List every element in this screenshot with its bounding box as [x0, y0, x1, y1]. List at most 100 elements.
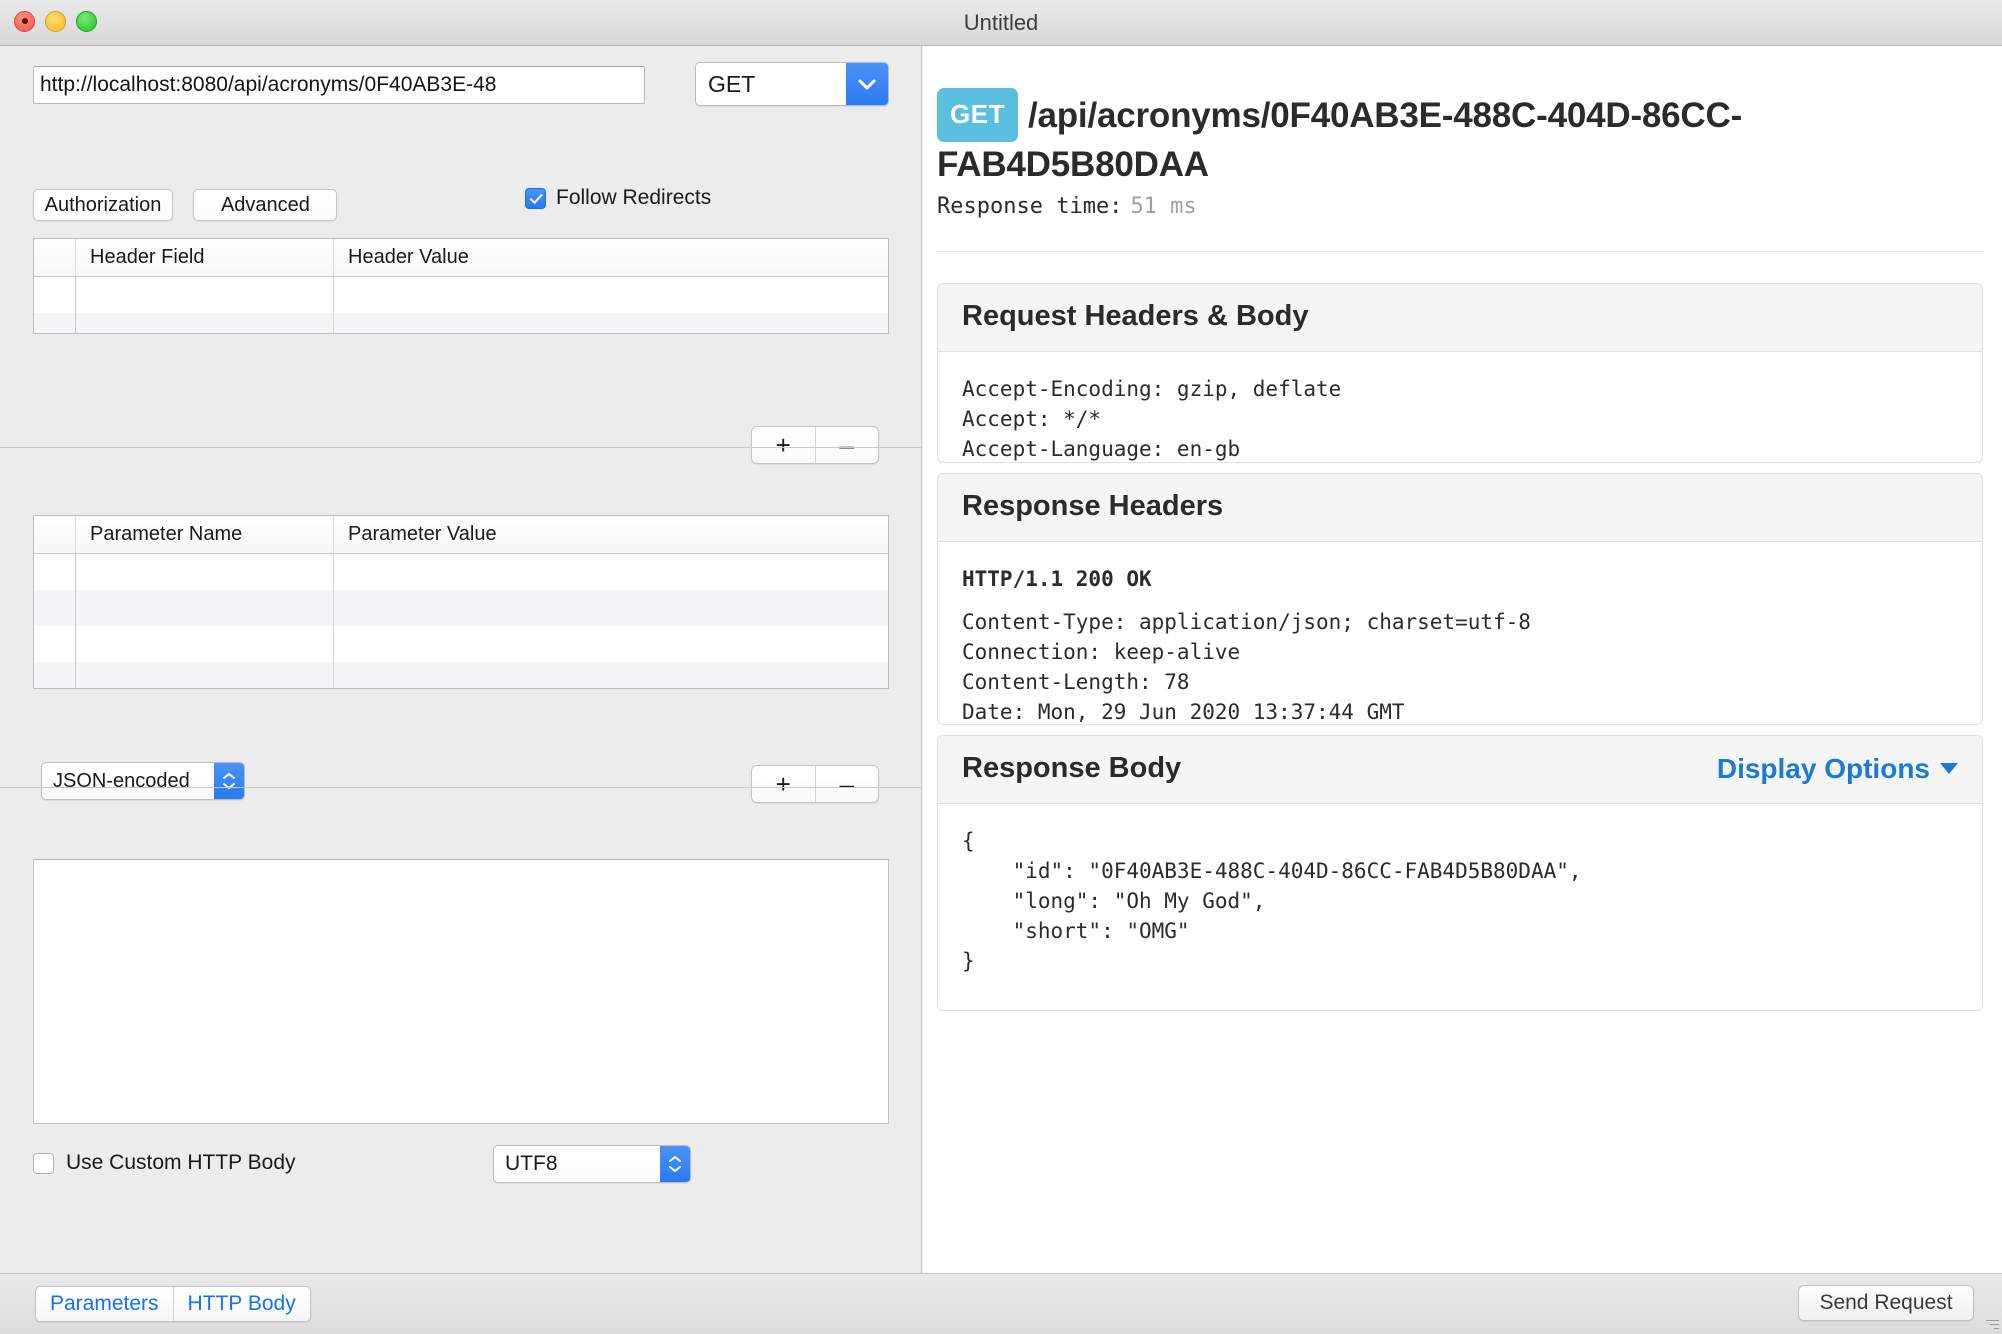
parameter-name-cell[interactable] — [76, 662, 334, 688]
use-custom-http-body-label: Use Custom HTTP Body — [66, 1151, 296, 1174]
bottom-toolbar: Parameters HTTP Body Send Request — [0, 1273, 2002, 1334]
request-header-line: Accept-Encoding: gzip, deflate — [962, 377, 1342, 401]
headers-col-value: Header Value — [348, 246, 469, 268]
parameters-table[interactable]: Parameter Name Parameter Value — [33, 515, 889, 689]
response-time: Response time: 51 ms — [937, 194, 1197, 219]
table-row[interactable] — [34, 277, 888, 313]
parameter-value-cell[interactable] — [334, 626, 888, 662]
section-divider — [0, 787, 921, 788]
caret-down-icon[interactable] — [1940, 763, 1958, 774]
table-row[interactable] — [34, 313, 888, 333]
follow-redirects-checkbox[interactable] — [525, 187, 546, 209]
advanced-button[interactable]: Advanced — [193, 189, 338, 221]
add-header-button[interactable]: + — [752, 427, 816, 463]
follow-redirects-row[interactable]: Follow Redirects — [525, 186, 711, 210]
request-header-line: Accept-Language: en-gb — [962, 437, 1241, 461]
parameter-value-cell[interactable] — [334, 590, 888, 626]
window-titlebar: Untitled — [0, 0, 2002, 46]
remove-header-button[interactable]: – — [816, 427, 879, 463]
parameter-name-cell[interactable] — [76, 590, 334, 626]
card-title: Response Headers — [962, 490, 1224, 522]
parameter-name-cell[interactable] — [76, 554, 334, 590]
request-headers-content: Accept-Encoding: gzip, deflate Accept: *… — [938, 352, 1982, 462]
remove-parameter-button[interactable]: – — [816, 766, 879, 802]
response-pane: GET/api/acronyms/0F40AB3E-488C-404D-86CC… — [923, 46, 2002, 1273]
left-pane-tabs[interactable]: Parameters HTTP Body — [35, 1286, 311, 1322]
request-builder-pane: http://localhost:8080/api/acronyms/0F40A… — [0, 46, 922, 1273]
card-title: Request Headers & Body — [962, 300, 1309, 332]
http-method-value: GET — [708, 71, 756, 97]
use-custom-http-body-checkbox[interactable] — [33, 1152, 54, 1174]
charset-value: UTF8 — [505, 1152, 558, 1175]
http-status-line: HTTP/1.1 200 OK — [962, 567, 1152, 591]
card-header: Response Headers — [938, 474, 1982, 542]
row-handle[interactable] — [34, 590, 76, 626]
header-divider — [937, 251, 1983, 252]
app-window: Untitled http://localhost:8080/api/acron… — [0, 0, 2002, 1334]
header-value-cell[interactable] — [334, 313, 888, 333]
window-title: Untitled — [963, 10, 1039, 35]
parameter-value-cell[interactable] — [334, 662, 888, 688]
card-header: Response Body Display Options — [938, 736, 1982, 804]
charset-select[interactable]: UTF8 — [493, 1145, 691, 1183]
display-options-button[interactable]: Display Options — [1717, 753, 1958, 785]
headers-col-field: Header Field — [76, 239, 334, 276]
headers-add-remove-group[interactable]: + – — [751, 426, 879, 464]
headers-col-index — [34, 239, 76, 276]
parameters-add-remove-group[interactable]: + – — [751, 765, 879, 803]
endpoint-heading: GET/api/acronyms/0F40AB3E-488C-404D-86CC… — [937, 88, 1977, 188]
stepper-updown-icon[interactable] — [214, 763, 244, 799]
table-row[interactable] — [34, 662, 888, 688]
table-row[interactable] — [34, 626, 888, 662]
response-header-line: Content-Length: 78 — [962, 670, 1190, 694]
window-resize-grip[interactable] — [1985, 1317, 1999, 1331]
header-field-cell[interactable] — [76, 277, 334, 313]
section-divider — [0, 447, 921, 448]
response-time-value: 51 ms — [1130, 194, 1197, 219]
follow-redirects-label: Follow Redirects — [556, 186, 712, 209]
tab-parameters[interactable]: Parameters — [36, 1287, 174, 1321]
params-col-index — [34, 516, 76, 553]
response-body-content: { "id": "0F40AB3E-488C-404D-86CC-FAB4D5B… — [962, 829, 1582, 973]
card-header: Request Headers & Body — [938, 284, 1982, 352]
encoding-select[interactable]: JSON-encoded — [41, 762, 245, 800]
table-row[interactable] — [34, 554, 888, 590]
url-input[interactable]: http://localhost:8080/api/acronyms/0F40A… — [33, 66, 645, 104]
response-headers-card: Response Headers HTTP/1.1 200 OK Content… — [937, 473, 1983, 725]
headers-table[interactable]: Header Field Header Value — [33, 238, 889, 334]
header-field-cell[interactable] — [76, 313, 334, 333]
authorization-button[interactable]: Authorization — [33, 189, 173, 221]
http-method-select[interactable]: GET — [695, 62, 889, 106]
parameters-table-header-row: Parameter Name Parameter Value — [34, 516, 888, 554]
method-badge: GET — [937, 88, 1018, 142]
header-value-cell[interactable] — [334, 277, 888, 313]
row-handle[interactable] — [34, 626, 76, 662]
row-handle[interactable] — [34, 277, 76, 313]
request-headers-body-card: Request Headers & Body Accept-Encoding: … — [937, 283, 1983, 463]
request-action-buttons: Authorization Advanced — [33, 189, 353, 221]
display-options-label: Display Options — [1716, 752, 1930, 784]
parameter-name-cell[interactable] — [76, 626, 334, 662]
use-custom-http-body-row[interactable]: Use Custom HTTP Body — [33, 1151, 296, 1175]
endpoint-path: /api/acronyms/0F40AB3E-488C-404D-86CC-FA… — [937, 96, 1743, 184]
row-handle[interactable] — [34, 313, 76, 333]
request-header-line: Accept: */* — [962, 407, 1102, 431]
response-header-line: Content-Type: application/json; charset=… — [962, 610, 1531, 634]
table-row[interactable] — [34, 590, 888, 626]
stepper-updown-icon[interactable] — [660, 1146, 690, 1182]
http-body-textarea[interactable] — [33, 859, 889, 1124]
chevron-down-icon[interactable] — [846, 63, 888, 105]
card-title: Response Body — [962, 752, 1182, 784]
parameter-value-cell[interactable] — [334, 554, 888, 590]
response-header-line: Connection: keep-alive — [962, 640, 1241, 664]
response-body-card: Response Body Display Options { "id": "0… — [937, 735, 1983, 1011]
add-parameter-button[interactable]: + — [752, 766, 816, 802]
encoding-value: JSON-encoded — [53, 770, 190, 792]
row-handle[interactable] — [34, 554, 76, 590]
response-headers-content: HTTP/1.1 200 OK Content-Type: applicatio… — [938, 542, 1982, 724]
tab-http-body[interactable]: HTTP Body — [174, 1287, 310, 1321]
row-handle[interactable] — [34, 662, 76, 688]
send-request-button[interactable]: Send Request — [1798, 1285, 1974, 1321]
params-col-name: Parameter Name — [76, 516, 334, 553]
params-col-value: Parameter Value — [348, 523, 497, 545]
